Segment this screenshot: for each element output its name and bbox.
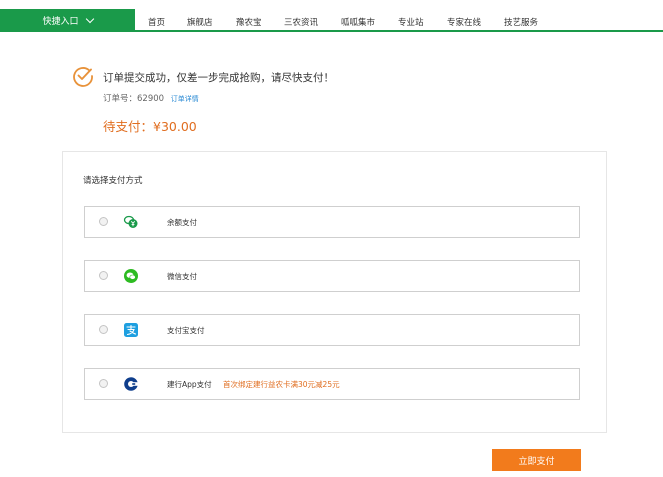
nav-item-agri-news[interactable]: 三农资讯 xyxy=(284,16,318,28)
nav-item-expert-online[interactable]: 专家在线 xyxy=(447,16,481,28)
order-success-message: 订单提交成功，仅差一步完成抢购，请尽快支付！ xyxy=(103,72,334,84)
payment-option-label: 微信支付 xyxy=(167,272,197,281)
payment-option-balance[interactable]: 余额支付 xyxy=(84,206,580,238)
payment-option-label: 建行App支付 xyxy=(167,380,212,389)
check-circle-icon xyxy=(73,67,93,87)
order-detail-link[interactable]: 订单详情 xyxy=(171,95,199,103)
payment-option-alipay[interactable]: 支付宝支付 xyxy=(84,314,580,346)
ccb-promo-text: 首次绑定建行益农卡满30元减25元 xyxy=(223,380,340,389)
nav-item-professional-site[interactable]: 专业站 xyxy=(398,16,424,28)
nav-item-guagua-market[interactable]: 呱呱集市 xyxy=(341,16,375,28)
amount-due: 待支付：¥30.00 xyxy=(103,119,197,134)
nav-item-home[interactable]: 首页 xyxy=(148,16,165,28)
radio-button[interactable] xyxy=(99,379,108,388)
order-number-line: 订单号：62900 订单详情 xyxy=(103,92,199,104)
pay-now-button[interactable]: 立即支付 xyxy=(492,449,581,471)
payment-option-wechat[interactable]: 微信支付 xyxy=(84,260,580,292)
radio-button[interactable] xyxy=(99,325,108,334)
radio-button[interactable] xyxy=(99,217,108,226)
payment-option-ccb-app[interactable]: 建行App支付 首次绑定建行益农卡满30元减25元 xyxy=(84,368,580,400)
order-number-label: 订单号： xyxy=(103,94,138,104)
nav-item-yunongbao[interactable]: 豫农宝 xyxy=(236,16,262,28)
nav-item-flagship-store[interactable]: 旗舰店 xyxy=(187,16,213,28)
alipay-icon xyxy=(124,323,138,337)
radio-button[interactable] xyxy=(99,271,108,280)
chevron-down-icon xyxy=(85,14,94,23)
wechat-icon xyxy=(124,269,138,283)
payment-option-label: 余额支付 xyxy=(167,218,197,227)
order-number: 62900 xyxy=(137,94,165,104)
ccb-icon xyxy=(124,377,138,391)
quick-entry-label: 快捷入口 xyxy=(42,17,79,27)
nav-item-skill-service[interactable]: 技艺服务 xyxy=(504,16,538,28)
payment-method-title: 请选择支付方式 xyxy=(83,176,143,186)
top-nav: 快捷入口 首页 旗舰店 豫农宝 三农资讯 呱呱集市 专业站 专家在线 技艺服务 xyxy=(0,0,663,32)
payment-option-label: 支付宝支付 xyxy=(167,326,205,335)
quick-entry-dropdown[interactable]: 快捷入口 xyxy=(0,9,135,32)
balance-icon xyxy=(123,215,138,228)
